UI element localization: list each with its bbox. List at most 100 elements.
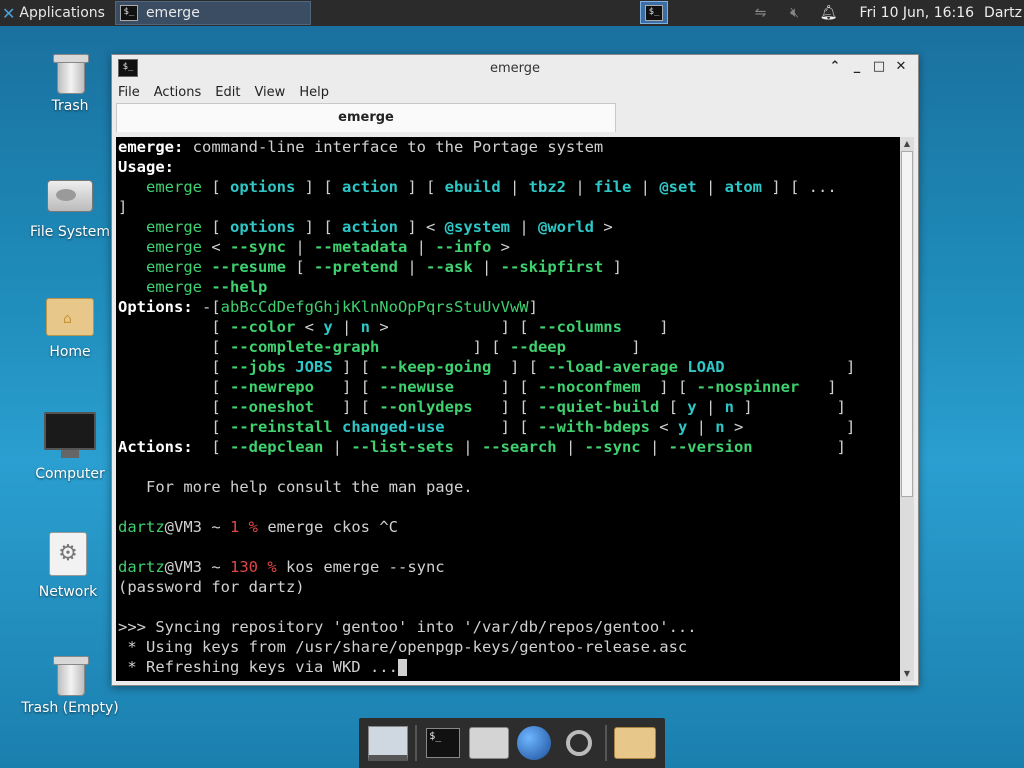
shade-button[interactable]: ⌃ bbox=[824, 59, 846, 74]
notification-bell-icon[interactable]: 🔔︎ bbox=[820, 4, 838, 22]
term-text: y bbox=[323, 318, 333, 336]
desktop-icon-label: Computer bbox=[35, 466, 105, 482]
scrollbar-thumb[interactable] bbox=[901, 151, 913, 497]
term-text: >>> Syncing repository 'gentoo' into '/v… bbox=[118, 618, 697, 636]
term-text: abBcCdDefgGhjkKlnNoOpPqrsStuUvVwW bbox=[220, 298, 529, 316]
term-text: emerge bbox=[146, 258, 202, 276]
menu-edit[interactable]: Edit bbox=[215, 85, 240, 100]
desktop-icon-label: Home bbox=[49, 344, 91, 360]
desktop-icon-home[interactable]: ⌂ Home bbox=[15, 298, 125, 360]
term-text: --nospinner bbox=[696, 378, 800, 396]
term-text: --color bbox=[229, 318, 296, 336]
desktop-icon-file-system[interactable]: File System bbox=[15, 176, 125, 240]
term-text: Options: bbox=[118, 298, 193, 316]
network-disconnected-icon[interactable]: ⇋ bbox=[752, 4, 770, 22]
volume-muted-icon[interactable]: 🔇︎ bbox=[786, 4, 804, 22]
term-text: --ask bbox=[426, 258, 473, 276]
close-button[interactable]: ✕ bbox=[890, 59, 912, 74]
term-text: --resume bbox=[211, 258, 286, 276]
term-text: options bbox=[230, 178, 296, 196]
term-text: --with-bdeps bbox=[537, 418, 650, 436]
term-text: --version bbox=[668, 438, 753, 456]
term-text: --newuse bbox=[379, 378, 454, 396]
term-text: ebuild bbox=[444, 178, 501, 196]
terminal-icon: $_ bbox=[645, 4, 663, 21]
hard-drive-icon bbox=[47, 180, 93, 212]
dock-show-desktop[interactable] bbox=[368, 722, 408, 764]
term-text: --oneshot bbox=[229, 398, 314, 416]
term-text: --list-sets bbox=[351, 438, 454, 456]
dock-app-finder[interactable] bbox=[559, 722, 598, 764]
minimize-button[interactable]: _ bbox=[846, 59, 868, 74]
desktop-icon-trash[interactable]: Trash bbox=[15, 54, 125, 114]
term-text: action bbox=[342, 178, 398, 196]
menu-view[interactable]: View bbox=[254, 85, 285, 100]
term-text: --newrepo bbox=[229, 378, 314, 396]
computer-icon bbox=[44, 412, 96, 450]
term-text: emerge bbox=[146, 278, 202, 296]
term-text: --load-average bbox=[547, 358, 678, 376]
desktop-icon-trash-empty[interactable]: Trash (Empty) bbox=[15, 656, 125, 716]
applications-menu[interactable]: ✕ Applications bbox=[0, 0, 111, 26]
terminal-output[interactable]: emerge: command-line interface to the Po… bbox=[116, 137, 902, 681]
menu-file[interactable]: File bbox=[118, 85, 140, 100]
term-text: @system bbox=[444, 218, 510, 236]
term-text: y bbox=[687, 398, 697, 416]
workspace-switcher[interactable]: $_ bbox=[640, 1, 668, 24]
menu-help[interactable]: Help bbox=[299, 85, 329, 100]
window-titlebar[interactable]: $_ emerge ⌃ _ □ ✕ bbox=[112, 55, 918, 81]
term-text: n bbox=[360, 318, 370, 336]
user-menu[interactable]: Dartz bbox=[984, 5, 1022, 21]
desktop-icon-label: File System bbox=[29, 224, 111, 240]
menu-actions[interactable]: Actions bbox=[154, 85, 202, 100]
term-text: * Using keys from /usr/share/openpgp-key… bbox=[118, 638, 688, 656]
prompt-host: @VM3 ~ bbox=[164, 518, 230, 536]
term-text: atom bbox=[724, 178, 762, 196]
term-text: For more help consult the man page. bbox=[118, 478, 473, 496]
term-text: JOBS bbox=[295, 358, 333, 376]
desktop-icon-label: Network bbox=[38, 584, 98, 600]
term-text: --search bbox=[481, 438, 557, 456]
term-text: --help bbox=[211, 278, 268, 296]
term-text: n bbox=[724, 398, 734, 416]
taskbar-item-emerge[interactable]: $_ emerge bbox=[114, 1, 311, 25]
vertical-scrollbar[interactable]: ▲ ▼ bbox=[900, 137, 914, 681]
term-text: tbz2 bbox=[528, 178, 566, 196]
term-text: action bbox=[342, 218, 398, 236]
term-text: --onlydeps bbox=[379, 398, 473, 416]
desktop-icon-network[interactable]: ⚙ Network bbox=[13, 532, 123, 600]
clock[interactable]: Fri 10 Jun, 16:16 bbox=[860, 5, 975, 21]
dock-terminal[interactable]: $_ bbox=[424, 722, 463, 764]
term-text: command-line interface to the Portage sy… bbox=[183, 138, 604, 156]
home-folder-icon: ⌂ bbox=[46, 298, 94, 336]
term-text: --complete-graph bbox=[229, 338, 380, 356]
search-icon bbox=[565, 730, 592, 756]
term-text: emerge bbox=[146, 178, 202, 196]
scroll-up-arrow-icon[interactable]: ▲ bbox=[900, 137, 914, 151]
desktop-icon-computer[interactable]: Computer bbox=[15, 412, 125, 482]
dock-web-browser[interactable] bbox=[515, 722, 554, 764]
term-text: file bbox=[594, 178, 632, 196]
term-text: y bbox=[677, 418, 688, 436]
term-text: --info bbox=[435, 238, 492, 256]
term-text: @set bbox=[659, 178, 697, 196]
terminal-window: $_ emerge ⌃ _ □ ✕ File Actions Edit View… bbox=[111, 54, 919, 686]
maximize-button[interactable]: □ bbox=[868, 59, 890, 74]
folder-icon bbox=[613, 727, 656, 759]
trash-icon bbox=[53, 656, 89, 696]
term-text: @world bbox=[538, 218, 594, 236]
show-desktop-icon bbox=[368, 725, 408, 761]
term-text: changed-use bbox=[341, 418, 445, 436]
scroll-down-arrow-icon[interactable]: ▼ bbox=[900, 667, 914, 681]
prompt-user: dartz bbox=[118, 518, 165, 536]
term-text: (password for dartz) bbox=[118, 578, 305, 596]
term-text: --reinstall bbox=[229, 418, 333, 436]
dock-folder[interactable] bbox=[613, 722, 656, 764]
term-text: LOAD bbox=[687, 358, 725, 376]
term-text: --skipfirst bbox=[500, 258, 604, 276]
dock-file-manager[interactable] bbox=[468, 722, 509, 764]
term-text: emerge: bbox=[118, 138, 184, 156]
tab-emerge[interactable]: emerge bbox=[116, 103, 616, 132]
top-panel: ✕ Applications $_ emerge $_ ⇋ 🔇︎ 🔔︎ Fri … bbox=[0, 0, 1024, 26]
term-text: --keep-going bbox=[379, 358, 492, 376]
